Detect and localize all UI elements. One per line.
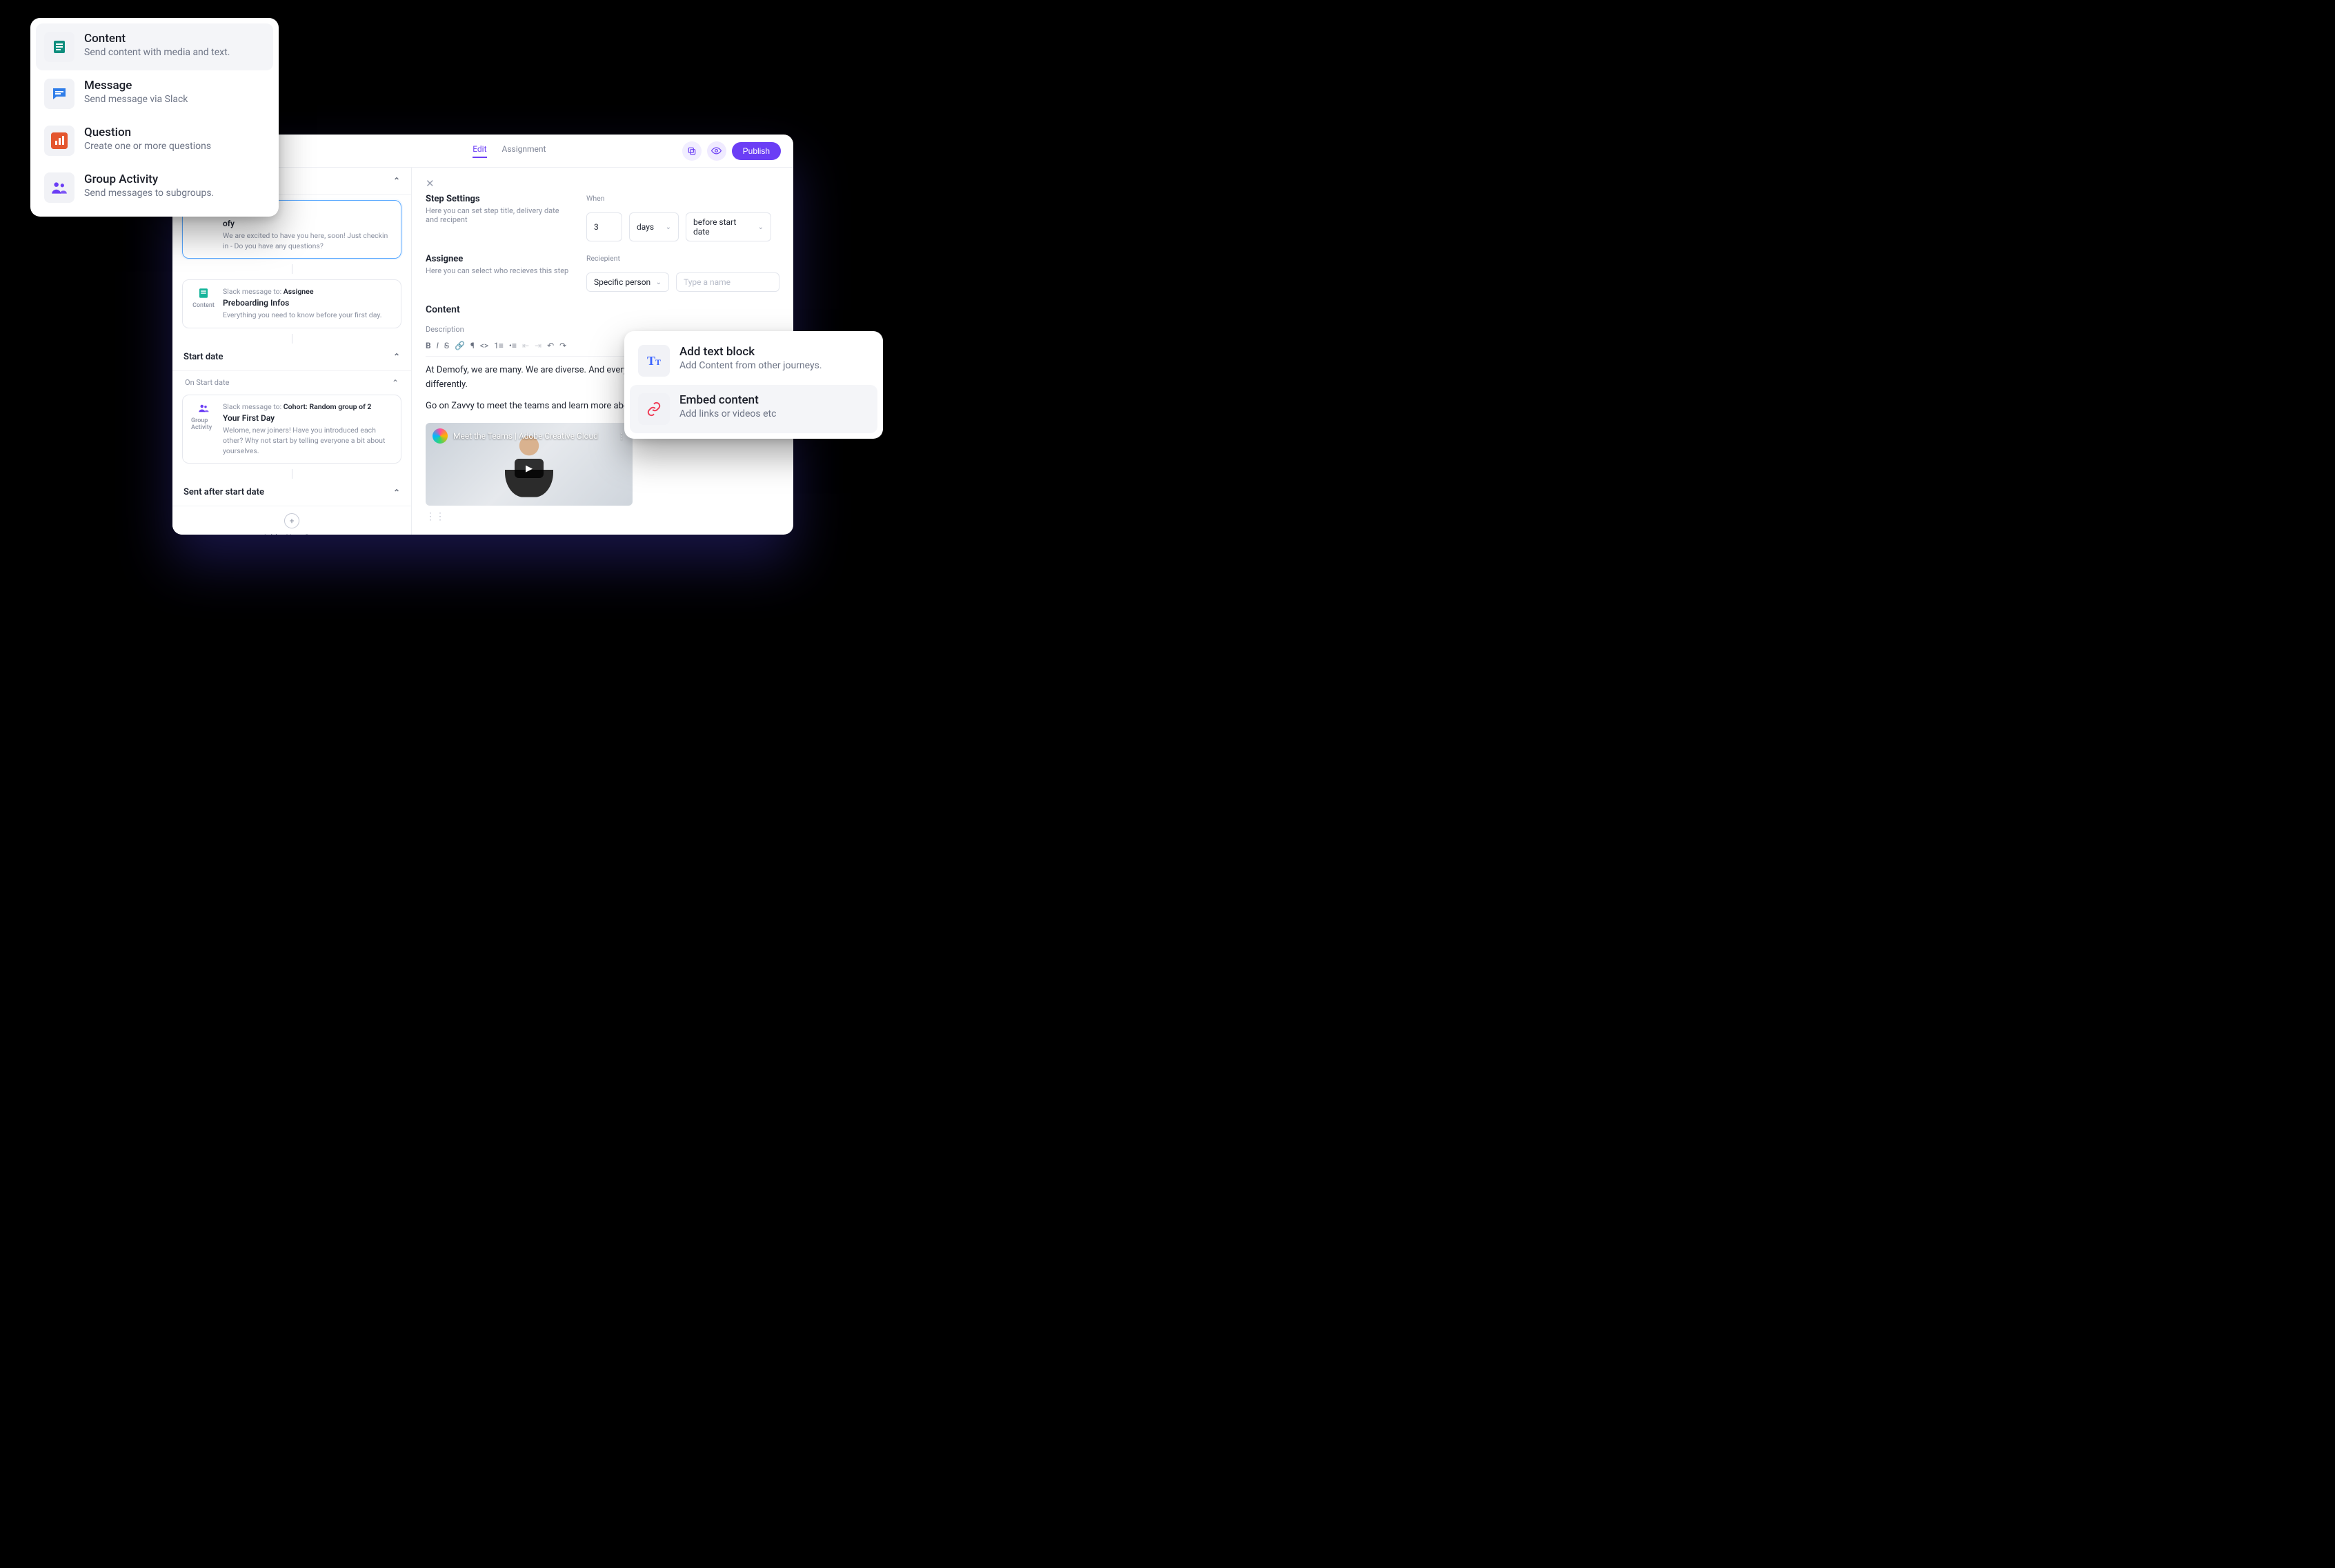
chevron-down-icon: ⌄ xyxy=(666,224,671,231)
menu-item-sub: Send content with media and text. xyxy=(84,47,230,58)
section-after-header[interactable]: Sent after start date⌃ xyxy=(172,479,411,506)
publish-button[interactable]: Publish xyxy=(732,142,781,160)
question-icon xyxy=(44,126,74,156)
step-title: Preboarding Infos xyxy=(223,298,393,308)
menu-item-sub: Send messages to subgroups. xyxy=(84,188,214,199)
settings-sub: Here you can set step title, delivery da… xyxy=(426,206,570,224)
menu-item-title: Add text block xyxy=(679,345,822,359)
assignee-sub: Here you can select who recieves this st… xyxy=(426,266,570,275)
close-icon[interactable]: ✕ xyxy=(426,177,779,190)
assignee-heading: Assignee xyxy=(426,254,570,264)
indent-icon[interactable]: ⇥ xyxy=(535,341,541,350)
step-title: Your First Day xyxy=(223,413,393,423)
chevron-down-icon: ⌄ xyxy=(656,279,662,286)
link-icon[interactable]: 🔗 xyxy=(455,341,465,350)
menu-item-title: Content xyxy=(84,32,230,46)
bold-icon[interactable]: B xyxy=(426,341,431,350)
when-value-input[interactable]: 3 xyxy=(586,212,622,241)
recipient-name-input[interactable]: Type a name xyxy=(676,272,779,292)
step-desc: We are excited to have you here, soon! J… xyxy=(223,230,393,251)
heading-icon[interactable]: ¶ xyxy=(470,341,475,350)
section-start-sub: On Start date⌃ xyxy=(172,371,411,389)
chevron-up-icon: ⌃ xyxy=(393,352,400,361)
menu-item-sub: Send message via Slack xyxy=(84,94,188,105)
content-icon xyxy=(44,32,74,62)
menu-item-title: Message xyxy=(84,79,188,92)
step-type-menu: Content Send content with media and text… xyxy=(30,18,279,217)
when-relative-select[interactable]: before start date⌄ xyxy=(686,212,771,241)
timeline-panel: ⌃ Assignee ofy We are excited to have yo… xyxy=(172,168,412,535)
menu-item-sub: Add links or videos etc xyxy=(679,408,776,419)
step-desc: Everything you need to know before your … xyxy=(223,310,393,320)
menu-item-question[interactable]: Question Create one or more questions xyxy=(36,117,273,164)
step-recipient: Slack message to: Cohort: Random group o… xyxy=(223,402,393,411)
message-icon xyxy=(44,79,74,109)
step-card[interactable]: Group Activity Slack message to: Cohort:… xyxy=(182,395,401,464)
italic-icon[interactable]: I xyxy=(437,341,439,350)
step-recipient: Slack message to: Assignee xyxy=(223,287,393,296)
undo-icon[interactable]: ↶ xyxy=(547,341,554,350)
video-title: Meet the Teams | Adobe Creative Cloud xyxy=(453,431,598,441)
add-step-button[interactable]: + Add a New Step xyxy=(172,506,411,535)
when-label: When xyxy=(586,194,779,203)
tabs: Edit Assignment xyxy=(349,144,670,158)
recipient-select[interactable]: Specific person⌄ xyxy=(586,272,669,292)
chevron-down-icon: ⌄ xyxy=(758,224,764,231)
menu-item-group-activity[interactable]: Group Activity Send messages to subgroup… xyxy=(36,164,273,211)
menu-item-title: Group Activity xyxy=(84,172,214,186)
chevron-up-icon: ⌃ xyxy=(392,378,399,388)
text-block-icon: TT xyxy=(638,345,670,377)
group-activity-icon: Group Activity xyxy=(191,402,216,457)
chevron-up-icon: ⌃ xyxy=(393,488,400,497)
menu-item-text-block[interactable]: TT Add text block Add Content from other… xyxy=(630,337,877,385)
code-icon[interactable]: <> xyxy=(480,341,488,350)
tab-assignment[interactable]: Assignment xyxy=(502,144,546,158)
menu-item-sub: Create one or more questions xyxy=(84,141,211,152)
menu-item-message[interactable]: Message Send message via Slack xyxy=(36,70,273,117)
embed-icon xyxy=(638,393,670,425)
preview-icon[interactable] xyxy=(707,141,726,161)
menu-item-title: Embed content xyxy=(679,393,776,407)
content-heading: Content xyxy=(426,304,779,315)
drag-handle-icon[interactable]: ⋮⋮ xyxy=(426,511,779,522)
ul-icon[interactable]: •≡ xyxy=(509,341,517,350)
recipient-label: Reciepient xyxy=(586,254,779,263)
duplicate-icon[interactable] xyxy=(682,141,702,161)
strike-icon[interactable]: S xyxy=(444,341,449,350)
menu-item-title: Question xyxy=(84,126,211,139)
ol-icon[interactable]: 1≡ xyxy=(494,341,504,350)
play-icon[interactable]: ▶ xyxy=(515,459,544,478)
menu-item-embed[interactable]: Embed content Add links or videos etc xyxy=(630,385,877,433)
step-card[interactable]: Content Slack message to: Assignee Prebo… xyxy=(182,279,401,328)
plus-icon: + xyxy=(284,513,299,528)
group-icon xyxy=(44,172,74,203)
section-start-header[interactable]: Start date⌃ xyxy=(172,344,411,371)
embedded-video[interactable]: Meet the Teams | Adobe Creative Cloud ⋮ … xyxy=(426,423,633,506)
redo-icon[interactable]: ↷ xyxy=(559,341,566,350)
outdent-icon[interactable]: ⇤ xyxy=(522,341,529,350)
step-desc: Welome, new joiners! Have you introduced… xyxy=(223,425,393,457)
step-title: ofy xyxy=(223,219,393,228)
content-icon: Content xyxy=(191,287,216,320)
settings-heading: Step Settings xyxy=(426,194,570,204)
insert-content-menu: TT Add text block Add Content from other… xyxy=(624,331,883,439)
adobe-cc-logo-icon xyxy=(433,428,448,444)
menu-item-sub: Add Content from other journeys. xyxy=(679,360,822,371)
chevron-up-icon: ⌃ xyxy=(393,176,400,186)
topbar-actions: Publish xyxy=(682,141,781,161)
menu-item-content[interactable]: Content Send content with media and text… xyxy=(36,23,273,70)
tab-edit[interactable]: Edit xyxy=(473,144,486,158)
when-unit-select[interactable]: days⌄ xyxy=(629,212,679,241)
